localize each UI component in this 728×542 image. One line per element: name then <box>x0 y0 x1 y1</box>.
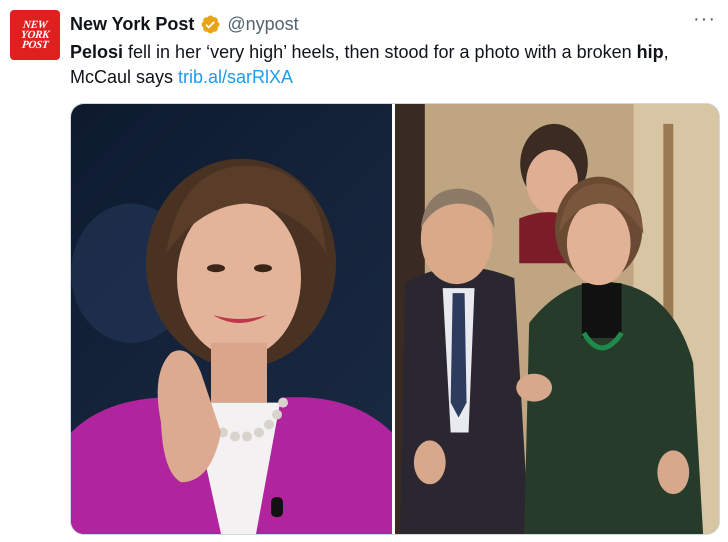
text-segment-1: fell in her ‘very high’ heels, then stoo… <box>123 42 637 62</box>
media-grid <box>70 103 720 535</box>
text-bold-hip: hip <box>636 42 664 62</box>
tweet-header: New York Post @nypost <box>70 12 299 36</box>
more-options-icon[interactable]: ··· <box>693 9 716 29</box>
tweet-text: Pelosi fell in her ‘very high’ heels, th… <box>70 40 720 90</box>
tweet-link[interactable]: trib.al/sarRlXA <box>178 67 293 87</box>
text-bold-pelosi: Pelosi <box>70 42 124 62</box>
photo-pelosi-on-stage[interactable] <box>71 104 392 534</box>
avatar[interactable]: NEW YORK POST <box>10 10 60 60</box>
display-name[interactable]: New York Post <box>70 14 194 35</box>
photo-group-portrait[interactable] <box>395 104 719 534</box>
photo-right-illustration <box>395 104 719 534</box>
avatar-line-3: POST <box>21 39 49 51</box>
verified-badge-icon[interactable] <box>200 14 221 35</box>
handle[interactable]: @nypost <box>227 14 298 35</box>
tweet-card[interactable]: NEW YORK POST New York Post @nypost ··· … <box>0 0 728 542</box>
photo-left-illustration <box>71 158 392 534</box>
